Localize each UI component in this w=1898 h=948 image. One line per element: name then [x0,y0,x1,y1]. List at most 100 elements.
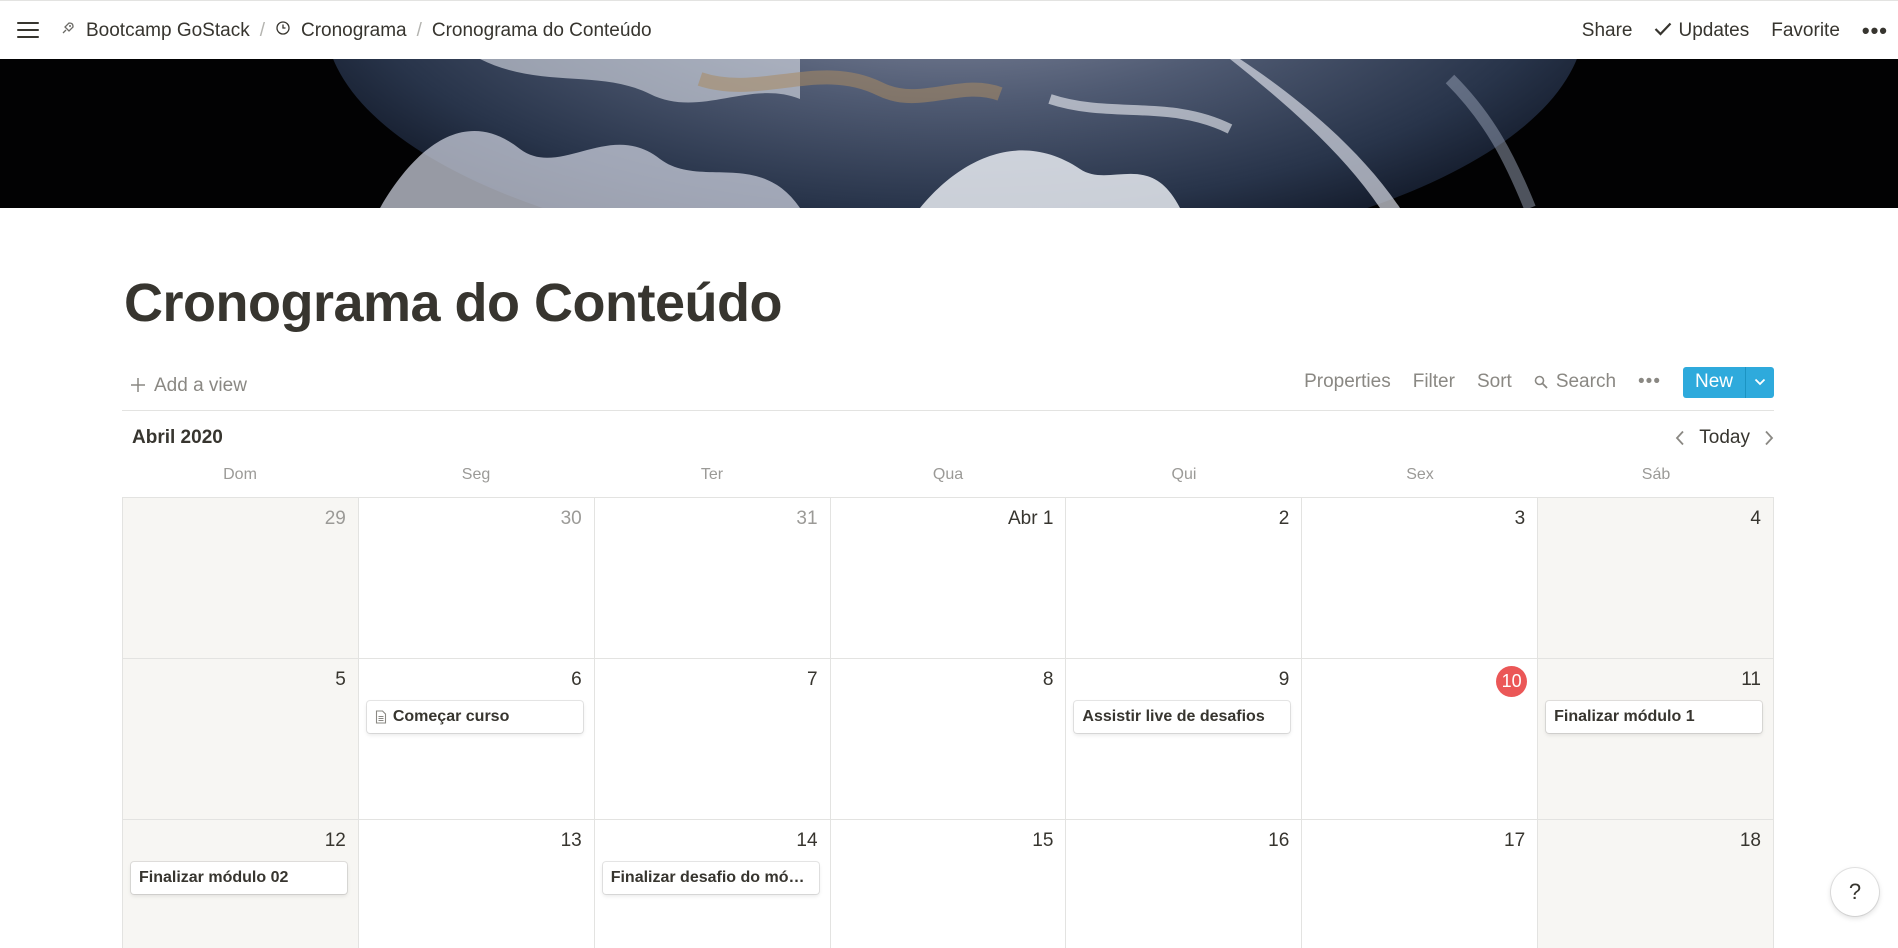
calendar-day-cell[interactable]: 15 [830,820,1067,948]
day-number: 16 [1268,830,1290,851]
chevron-left-icon[interactable] [1675,430,1685,446]
calendar-grid: 29 30 31 Abr 1 2 3 4 5 6 Começar curso 7 8 9 Assistir… [122,497,1774,948]
clock-icon [275,20,291,42]
document-icon [375,710,387,724]
breadcrumb-item-current[interactable]: Cronograma do Conteúdo [432,20,652,42]
day-number: Abr 1 [1008,508,1054,529]
day-number: 29 [324,508,346,529]
view-toolbar: Add a view Properties Filter Sort Search… [122,365,1774,411]
month-label: Abril 2020 [132,427,223,448]
event-card[interactable]: Finalizar módulo 02 [131,862,347,894]
day-number: 2 [1278,508,1290,529]
day-number: 15 [1032,830,1054,851]
calendar-day-cell[interactable]: 3 [1302,498,1539,659]
event-card[interactable]: Assistir live de desafios [1074,701,1291,733]
calendar-day-cell[interactable]: 30 [358,498,595,659]
breadcrumb-label: Cronograma [300,19,407,41]
filter-button[interactable]: Filter [1413,371,1455,393]
calendar-day-cell[interactable]: 31 [594,498,831,659]
more-options-icon[interactable]: ••• [1638,371,1661,393]
day-number: 6 [571,669,582,690]
calendar-day-cell[interactable]: 4 [1538,498,1774,659]
help-button[interactable]: ? [1831,868,1879,916]
calendar-day-cell[interactable]: 12 Finalizar módulo 02 [123,820,359,948]
event-title: Finalizar desafio do módulo 02 [610,869,811,886]
day-number: 8 [1042,669,1054,690]
cover-image [0,59,1898,208]
page-title[interactable]: Cronograma do Conteúdo [124,272,782,334]
menu-icon[interactable] [17,21,39,39]
weekday-label: Seg [461,466,491,483]
event-card[interactable]: Começar curso [366,701,583,733]
top-actions: Share Updates Favorite ••• [1560,1,1898,60]
calendar-day-cell[interactable]: 2 [1066,498,1303,659]
today-day-number: 10 [1496,666,1528,697]
calendar-day-cell[interactable]: 10 [1302,659,1539,820]
weekday-label: Sáb [1641,466,1671,483]
more-options-icon[interactable]: ••• [1862,18,1888,44]
weekday-header: Dom Seg Ter Qua Qui Sex Sáb [122,466,1774,496]
calendar-day-cell[interactable]: 13 [358,820,595,948]
search-icon [1534,375,1548,389]
event-card[interactable]: Finalizar desafio do módulo 02 [602,862,819,894]
day-number: 3 [1514,508,1526,529]
day-number: 5 [335,669,346,690]
calendar-day-cell[interactable]: 14 Finalizar desafio do módulo 02 [594,820,831,948]
calendar-day-cell[interactable]: 11 Finalizar módulo 1 [1538,659,1774,820]
day-number: 11 [1741,669,1761,690]
calendar-day-cell[interactable]: 17 [1302,820,1539,948]
properties-button[interactable]: Properties [1304,371,1391,393]
day-number: 18 [1739,830,1761,851]
event-title: Finalizar módulo 02 [139,869,289,886]
weekday-label: Qui [1171,466,1197,483]
calendar-day-cell[interactable]: 8 [830,659,1067,820]
add-view-button[interactable]: Add a view [130,372,247,400]
favorite-button[interactable]: Favorite [1771,20,1840,42]
calendar-day-cell[interactable]: 7 [594,659,831,820]
day-number: 4 [1750,508,1761,529]
plus-icon [130,372,146,400]
top-bar: Bootcamp GoStack / Cronograma / Cronogra… [0,0,1898,59]
share-button[interactable]: Share [1582,20,1633,42]
calendar-day-cell[interactable]: Abr 1 [830,498,1067,659]
breadcrumb-item-cronograma[interactable]: Cronograma [275,20,407,42]
search-button[interactable]: Search [1534,371,1616,393]
chevron-down-icon[interactable] [1745,366,1774,398]
today-button[interactable]: Today [1699,427,1750,449]
favorite-label: Favorite [1771,19,1840,41]
add-view-label: Add a view [154,375,247,396]
weekday-label: Qua [932,466,964,483]
calendar-day-cell[interactable]: 9 Assistir live de desafios [1066,659,1303,820]
event-title: Finalizar módulo 1 [1554,708,1695,725]
share-label: Share [1581,19,1633,41]
calendar-day-cell[interactable]: 29 [123,498,359,659]
search-label: Search [1555,371,1617,392]
day-number: 13 [560,830,582,851]
calendar-day-cell[interactable]: 5 [123,659,359,820]
breadcrumb-item-workspace[interactable]: Bootcamp GoStack [60,20,250,42]
view-tools: Properties Filter Sort Search ••• New [1282,366,1774,398]
weekday-label: Ter [700,466,724,483]
calendar-day-cell[interactable]: 6 Começar curso [358,659,595,820]
day-number: 12 [324,830,346,851]
event-title: Começar curso [392,708,510,725]
checkmark-icon [1654,20,1672,42]
event-title: Assistir live de desafios [1082,708,1265,725]
rocket-icon [60,20,76,42]
day-number: 7 [806,669,818,690]
sort-button[interactable]: Sort [1477,371,1512,393]
day-number: 17 [1504,830,1526,851]
updates-button[interactable]: Updates [1654,20,1749,42]
chevron-right-icon[interactable] [1764,430,1774,446]
calendar-navigation: Today [1675,424,1774,452]
breadcrumb-label: Bootcamp GoStack [86,19,250,41]
new-button[interactable]: New [1682,366,1745,398]
calendar-day-cell[interactable]: 18 [1538,820,1774,948]
day-number: 31 [796,508,818,529]
breadcrumb-separator: / [259,19,265,41]
event-card[interactable]: Finalizar módulo 1 [1546,701,1762,733]
calendar-day-cell[interactable]: 16 [1066,820,1303,948]
day-number: 9 [1278,669,1290,690]
breadcrumb-label: Cronograma do Conteúdo [431,19,652,41]
updates-label: Updates [1678,19,1750,41]
